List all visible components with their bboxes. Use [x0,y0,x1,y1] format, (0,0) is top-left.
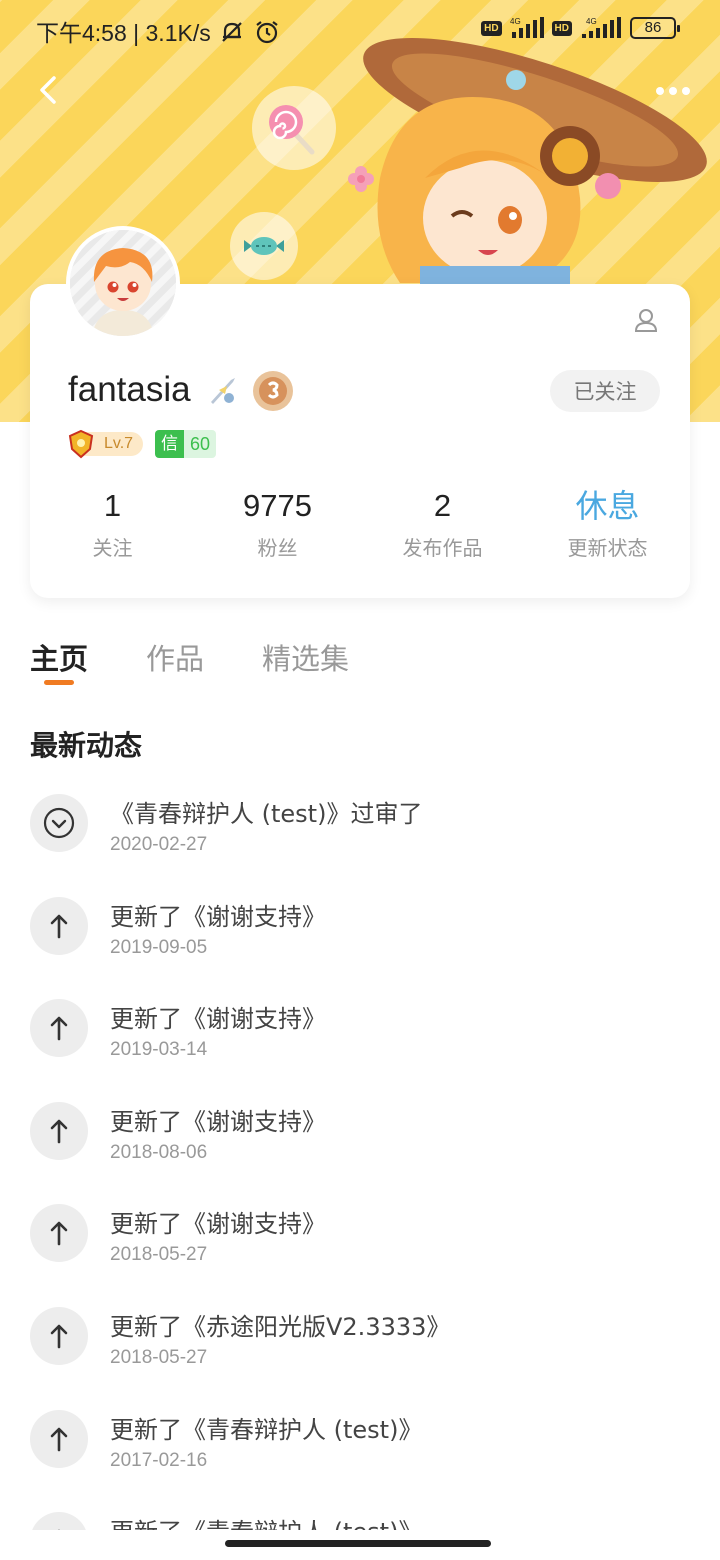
credit-score-badge[interactable]: 信 60 [155,430,217,458]
activity-text: 更新了《谢谢支持》 [110,1210,326,1239]
network-type: 4G [586,17,597,26]
tab-label: 主页 [30,642,89,676]
sword-badge-icon[interactable] [205,372,241,408]
arrow-up-icon [30,1512,88,1530]
stat-following[interactable]: 1 关注 [30,484,195,561]
alarm-icon [255,21,278,44]
arrow-up-icon [30,1101,88,1160]
activity-text: 更新了《谢谢支持》 [110,902,326,931]
hd-badge: HD [551,20,572,36]
back-button[interactable] [30,70,70,110]
activity-date: 2018-08-06 [110,1141,208,1163]
tab-label: 精选集 [262,642,350,676]
stat-label: 粉丝 [257,536,298,560]
more-dots-icon [656,87,690,95]
candy-bubble [230,212,298,280]
stat-followers[interactable]: 9775 粉丝 [195,484,360,561]
stat-value: 2 [433,488,452,523]
activity-text: 更新了《青春辩护人 (test)》 [110,1415,423,1444]
activity-date: 2017-02-16 [110,1449,208,1471]
rank-medal-icon[interactable] [250,368,296,414]
profile-stats: 1 关注 9775 粉丝 2 发布作品 休息 更新状态 [30,484,690,561]
profile-info-button[interactable] [632,306,660,334]
list-item[interactable]: 更新了《青春辩护人 (test)》 [30,1512,690,1530]
activity-text: 更新了《谢谢支持》 [110,1005,326,1034]
list-item[interactable]: 《青春辩护人 (test)》过审了 2020-02-27 [30,794,690,897]
home-indicator[interactable] [225,1540,491,1547]
activity-date: 2020-02-27 [110,834,208,855]
stat-works[interactable]: 2 发布作品 [360,484,525,561]
activity-text: 更新了《赤途阳光版V2.3333》 [110,1312,451,1341]
list-item[interactable]: 更新了《谢谢支持》 2018-08-06 [30,1101,690,1205]
activity-date: 2018-05-27 [110,1244,208,1266]
tab-label: 作品 [146,642,205,676]
credit-value: 60 [184,430,217,458]
shield-icon [68,429,94,459]
stat-value: 1 [103,488,122,523]
signal-icon: 4G [582,17,621,38]
list-item[interactable]: 更新了《赤途阳光版V2.3333》 2018-05-27 [30,1306,690,1410]
list-item[interactable]: 更新了《谢谢支持》 2019-03-14 [30,999,690,1102]
profile-tabs: 主页 作品 精选集 [30,636,349,686]
check-circle-icon [30,794,88,852]
activity-text: 更新了《谢谢支持》 [110,1107,326,1136]
list-item[interactable]: 更新了《谢谢支持》 2018-05-27 [30,1204,690,1307]
activity-date: 2018-05-27 [110,1346,208,1368]
signal-icon: 4G [510,17,544,38]
stat-value: 休息 [575,487,640,525]
activity-list: 《青春辩护人 (test)》过审了 2020-02-27 更新了《谢谢支持》 2… [30,794,690,1530]
activity-text: 更新了《青春辩护人 (test)》 [110,1512,422,1530]
avatar-image [70,230,176,336]
candy-icon [244,237,284,255]
activity-text: 《青春辩护人 (test)》过审了 [110,800,423,828]
stat-update-status[interactable]: 休息 更新状态 [525,484,690,561]
battery-indicator: 86 [630,17,680,39]
character-illustration [363,38,707,288]
tab-works[interactable]: 作品 [146,636,204,686]
lollipop-icon [269,105,315,155]
network-type: 4G [510,17,521,26]
level-badge[interactable]: Lv.7 [66,429,144,459]
hd-badge: HD [481,20,502,36]
mute-bell-icon [222,22,242,42]
tab-collections[interactable]: 精选集 [262,636,349,686]
arrow-up-icon [30,1204,88,1263]
tab-active-indicator [44,680,74,685]
chevron-left-icon [40,76,56,104]
activity-date: 2019-03-14 [110,1039,208,1061]
stat-label: 关注 [92,536,133,560]
avatar[interactable] [66,226,180,340]
arrow-up-icon [30,999,88,1058]
section-title: 最新动态 [30,729,143,762]
username: fantasia [68,370,191,409]
status-bar: 下午4:58 | 3.1K/s HD 4G HD 4G 86 [0,0,720,60]
flower-decoration [348,166,374,192]
stat-label: 发布作品 [402,536,483,560]
user-icon [634,309,658,332]
arrow-up-icon [30,1409,88,1468]
activity-date: 2019-09-05 [110,936,208,958]
arrow-up-icon [30,1306,88,1365]
stat-label: 更新状态 [567,536,648,560]
lollipop-bubble [252,86,336,170]
more-options-button[interactable] [654,74,692,108]
status-time-text: 下午4:58 | 3.1K/s [36,20,211,46]
stat-value: 9775 [243,488,312,523]
list-item[interactable]: 更新了《谢谢支持》 2019-09-05 [30,896,690,1000]
tab-home[interactable]: 主页 [30,636,88,686]
list-item[interactable]: 更新了《青春辩护人 (test)》 2017-02-16 [30,1409,690,1513]
arrow-up-icon [30,896,88,955]
follow-button[interactable]: 已关注 [550,370,660,412]
credit-label: 信 [155,430,184,458]
